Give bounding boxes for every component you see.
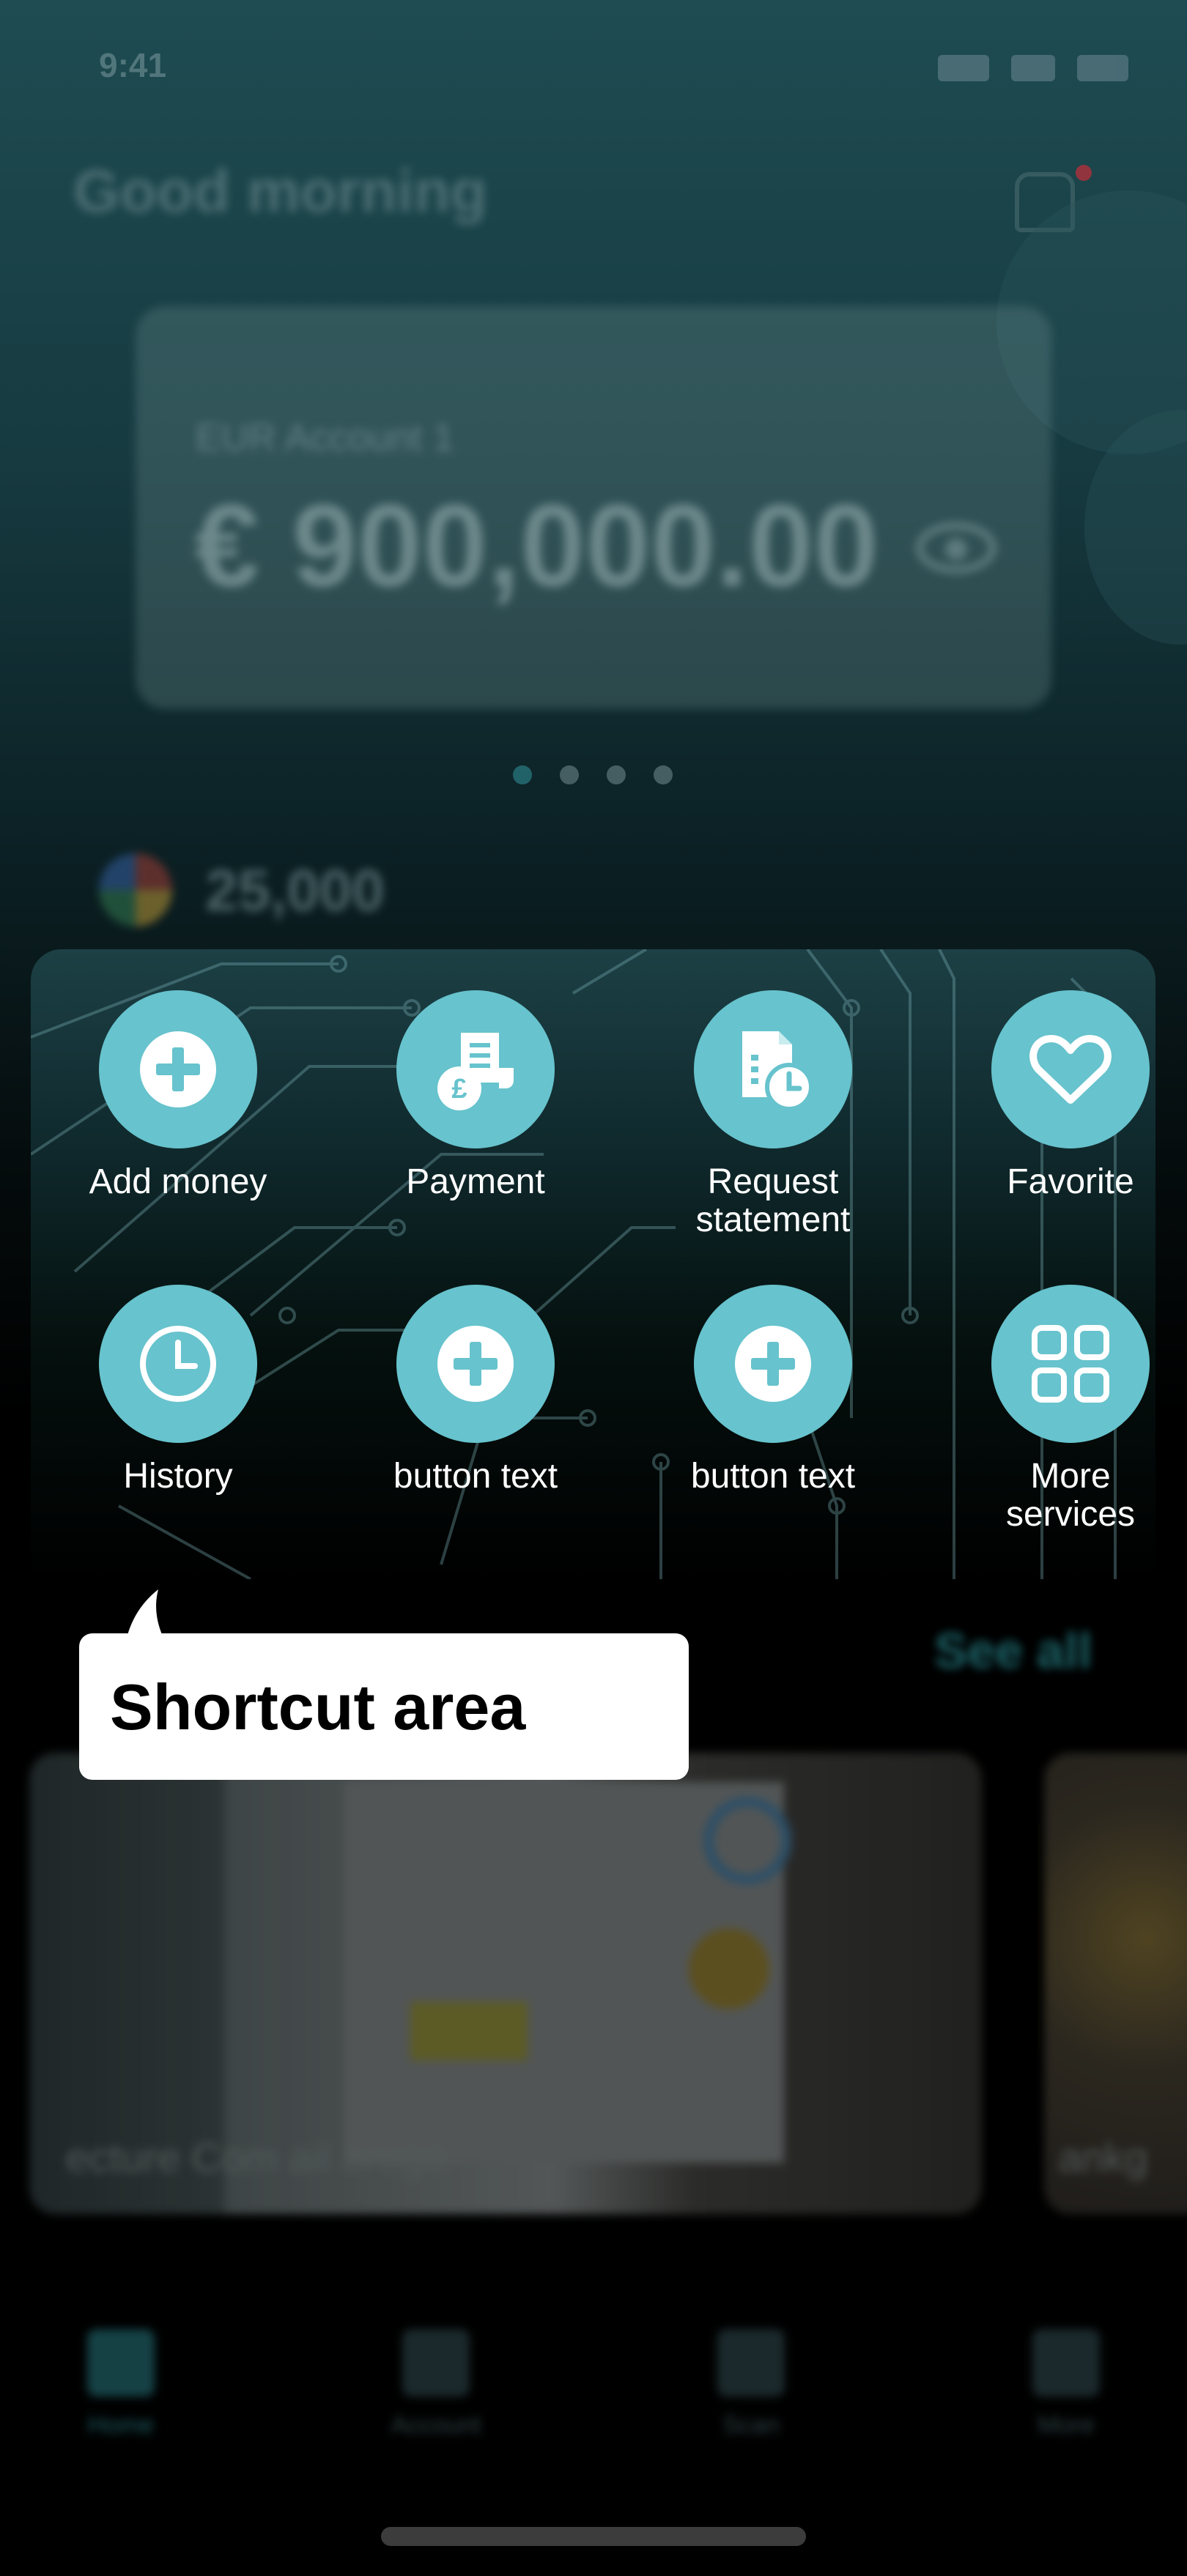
plus-circle-icon (140, 1031, 216, 1107)
card-pager (513, 765, 689, 784)
shortcut-add-money[interactable]: Add money (53, 990, 303, 1201)
add-money-button[interactable] (99, 990, 257, 1148)
svg-text:£: £ (451, 1074, 467, 1105)
shortcut-area-tooltip: Shortcut area (79, 1633, 689, 1780)
shortcut-more-services[interactable]: More services (946, 1285, 1155, 1534)
battery-icon (1077, 55, 1128, 81)
shortcut-label: button text (690, 1457, 856, 1496)
pager-dot (607, 765, 626, 784)
promo-card[interactable]: ecture Com ail broga (29, 1753, 982, 2214)
clock-icon (140, 1326, 216, 1402)
shortcut-favorite[interactable]: Favorite (946, 990, 1155, 1201)
promo-card[interactable]: ankg (1044, 1753, 1187, 2214)
scan-icon (717, 2329, 785, 2397)
payment-button[interactable]: £ (396, 990, 555, 1148)
plus-circle-icon (437, 1326, 514, 1402)
history-button[interactable] (99, 1285, 257, 1443)
promo-image-detail (703, 1797, 791, 1885)
tooltip-text: Shortcut area (110, 1671, 526, 1743)
tab-scan[interactable]: Scan (678, 2329, 824, 2476)
shortcut-label: History (123, 1457, 233, 1496)
tab-label: Account (391, 2411, 481, 2439)
status-icons (938, 55, 1128, 84)
status-time: 9:41 (99, 46, 167, 84)
points-value: 25,000 (205, 858, 385, 923)
points-icon (99, 853, 172, 927)
tab-label: Scan (722, 2411, 780, 2439)
account-label: EUR Account 1 (196, 417, 454, 459)
home-icon (87, 2329, 155, 2397)
shortcut-label: button text (393, 1457, 558, 1496)
heart-icon (1029, 1035, 1112, 1104)
see-all-link[interactable]: See all (934, 1622, 1092, 1679)
wifi-icon (1011, 55, 1055, 81)
promo-image-detail (689, 1929, 769, 2009)
shortcut-label: Request statement (695, 1162, 851, 1239)
payment-receipt-icon: £ (437, 1033, 514, 1110)
promo-image-detail (410, 2002, 528, 2060)
button-text-button[interactable] (694, 1285, 852, 1443)
account-balance: € 900,000.00 (194, 480, 879, 611)
tab-label: Home (87, 2411, 155, 2439)
tab-bar: Home Account Scan More (0, 2315, 1187, 2490)
tab-account[interactable]: Account (363, 2329, 509, 2476)
shortcut-button-text-2[interactable]: button text (648, 1285, 898, 1496)
account-card[interactable]: EUR Account 1 € 900,000.00 (136, 306, 1051, 709)
more-services-button[interactable] (991, 1285, 1150, 1443)
signal-icon (938, 55, 989, 81)
shortcut-area: Add money £ Payment Request statement Fa… (31, 949, 1155, 1579)
shortcut-request-statement[interactable]: Request statement (648, 990, 898, 1239)
plus-circle-icon (735, 1326, 811, 1402)
pager-dot (513, 765, 532, 784)
shortcut-button-text-1[interactable]: button text (351, 1285, 600, 1496)
shortcut-label: Favorite (1007, 1162, 1134, 1201)
tab-more[interactable]: More (993, 2329, 1139, 2476)
wallet-icon (402, 2329, 470, 2397)
shortcut-label: Add money (89, 1162, 267, 1201)
request-statement-button[interactable] (694, 990, 852, 1148)
home-indicator (381, 2527, 806, 2546)
eye-icon[interactable] (916, 522, 996, 574)
pager-dot (654, 765, 673, 784)
promo-caption: ankg (1059, 2134, 1148, 2180)
shortcut-payment[interactable]: £ Payment (351, 990, 600, 1201)
favorite-button[interactable] (991, 990, 1150, 1148)
statement-clock-icon (742, 1031, 813, 1111)
promo-caption: ecture Com ail broga (66, 2134, 447, 2180)
app-screen: 9:41 Good morning EUR Account 1 € 900,00… (0, 0, 1187, 2576)
button-text-button[interactable] (396, 1285, 555, 1443)
menu-icon (1032, 2329, 1100, 2397)
shortcut-label: Payment (406, 1162, 545, 1201)
notification-dot (1076, 165, 1092, 181)
shortcut-label: More services (1005, 1457, 1136, 1534)
greeting: Good morning (73, 158, 487, 225)
tab-label: More (1038, 2411, 1095, 2439)
tab-home[interactable]: Home (48, 2329, 194, 2476)
shortcut-history[interactable]: History (53, 1285, 303, 1496)
grid-icon (1032, 1325, 1109, 1403)
pager-dot (560, 765, 579, 784)
